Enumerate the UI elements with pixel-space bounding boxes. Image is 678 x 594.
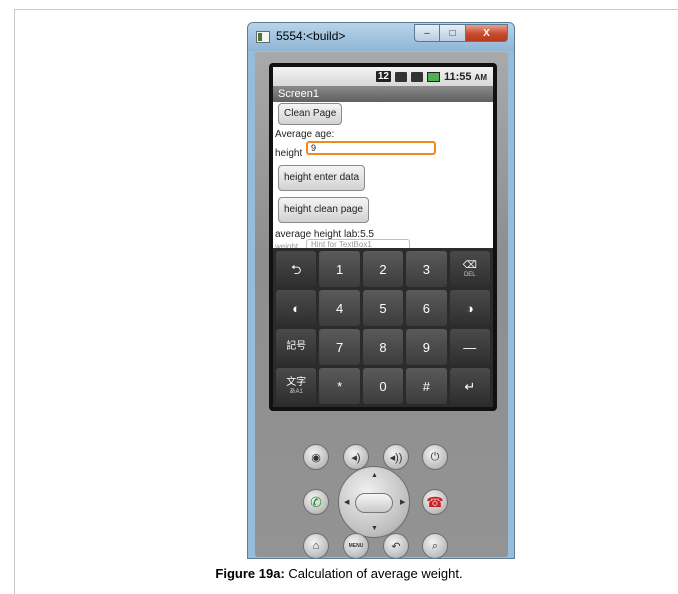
soft-keyboard: ⮌ 1 2 3 ⌫ DEL ◐ 4 5 6 ◑ 記号 7 8 9 — 文字 あA… [273, 248, 493, 407]
status-time-ampm: AM [474, 72, 487, 82]
battery-icon [426, 71, 440, 82]
input-mode-key-label: 文字 [286, 376, 307, 388]
key-5[interactable]: 5 [362, 290, 404, 326]
minimize-button[interactable]: – [414, 24, 440, 42]
key-enter[interactable]: ↵ [449, 368, 490, 404]
power-icon[interactable]: ⏻ [422, 444, 448, 470]
key-input-mode[interactable]: 文字 あA1 [276, 368, 317, 404]
dpad-up-arrow-icon[interactable]: ▲ [371, 472, 378, 479]
height-label: height [275, 148, 303, 159]
emulator-window: 5554:<build> – □ X 12 11:55 AM Screen1 C… [247, 22, 515, 559]
close-button[interactable]: X [466, 24, 508, 42]
signal-strength-icon [410, 71, 423, 82]
home-icon[interactable]: ⌂ [303, 533, 329, 558]
figure-caption-label: Figure 19a: [215, 566, 285, 581]
window-titlebar[interactable]: 5554:<build> – □ X [248, 23, 514, 51]
delete-icon: ⌫ [462, 259, 477, 271]
key-star[interactable]: * [319, 368, 360, 404]
status-time: 11:55 AM [444, 71, 487, 83]
call-icon[interactable]: ✆ [303, 489, 329, 515]
status-time-value: 11:55 [443, 70, 472, 83]
notification-badge: 12 [375, 71, 391, 82]
page-frame-left-line [14, 9, 15, 594]
key-return-tab[interactable]: ⮌ [276, 251, 317, 287]
network-3g-icon [394, 71, 407, 82]
input-mode-key-caption: あA1 [289, 388, 303, 395]
phone-screen-frame: 12 11:55 AM Screen1 Clean Page Average a… [269, 63, 497, 411]
maximize-button[interactable]: □ [440, 24, 466, 42]
height-input[interactable]: 9 [306, 141, 436, 155]
key-hash[interactable]: # [406, 368, 447, 404]
key-symbols[interactable]: 記号 [276, 329, 317, 365]
dpad-right-arrow-icon[interactable]: ▶ [400, 498, 405, 506]
key-3[interactable]: 3 [406, 251, 447, 287]
dpad[interactable]: ▲ ▼ ◀ ▶ [338, 466, 410, 538]
key-8[interactable]: 8 [362, 329, 404, 365]
end-call-icon[interactable]: ☎ [422, 489, 448, 515]
phone-screen: 12 11:55 AM Screen1 Clean Page Average a… [273, 67, 493, 248]
dpad-down-arrow-icon[interactable]: ▼ [371, 525, 378, 532]
window-title: 5554:<build> [276, 29, 346, 43]
figure-caption-text: Calculation of average weight. [284, 566, 463, 581]
emulator-app-icon [256, 31, 270, 43]
key-9[interactable]: 9 [406, 329, 447, 365]
volume-up-icon[interactable]: ◂)) [383, 444, 409, 470]
back-icon[interactable]: ↶ [383, 533, 409, 558]
status-bar: 12 11:55 AM [273, 67, 493, 86]
key-6[interactable]: 6 [406, 290, 447, 326]
key-4[interactable]: 4 [319, 290, 360, 326]
menu-button[interactable]: MENU [343, 533, 369, 558]
key-7[interactable]: 7 [319, 329, 360, 365]
key-delete[interactable]: ⌫ DEL [449, 251, 490, 287]
camera-icon[interactable]: ◉ [303, 444, 329, 470]
key-2[interactable]: 2 [362, 251, 404, 287]
delete-key-caption: DEL [463, 271, 476, 278]
clean-page-button[interactable]: Clean Page [278, 103, 343, 125]
figure-caption: Figure 19a: Calculation of average weigh… [0, 566, 678, 581]
height-clean-page-button[interactable]: height clean page [278, 197, 369, 223]
key-space[interactable]: — [449, 329, 490, 365]
app-title-bar: Screen1 [273, 86, 493, 102]
symbols-key-label: 記号 [286, 341, 307, 352]
height-enter-data-button[interactable]: height enter data [278, 165, 366, 191]
key-cursor-right[interactable]: ◑ [449, 290, 490, 326]
page-frame-top-line [14, 9, 678, 10]
key-0[interactable]: 0 [362, 368, 404, 404]
key-cursor-left[interactable]: ◐ [276, 290, 317, 326]
window-controls: – □ X [414, 24, 508, 42]
dpad-center-button[interactable] [355, 493, 393, 513]
dpad-left-arrow-icon[interactable]: ◀ [344, 498, 349, 506]
search-icon[interactable]: ⌕ [422, 533, 448, 558]
emulator-body: 12 11:55 AM Screen1 Clean Page Average a… [255, 52, 508, 558]
key-1[interactable]: 1 [319, 251, 360, 287]
weight-input[interactable]: Hint for TextBox1 [306, 239, 410, 248]
average-age-label: Average age: [275, 129, 335, 140]
